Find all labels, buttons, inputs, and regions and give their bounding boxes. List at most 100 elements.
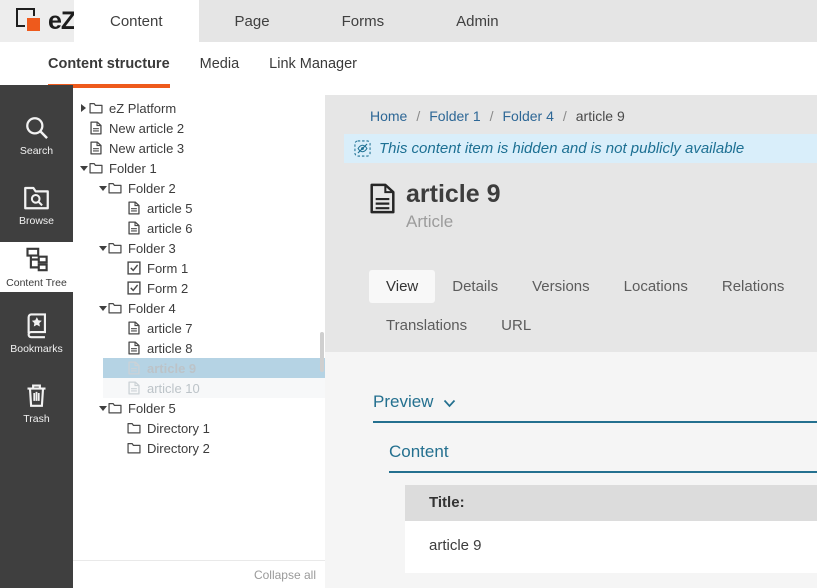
tree-item-form-2[interactable]: Form 2: [73, 278, 325, 298]
breadcrumb-separator: /: [490, 108, 494, 124]
tree-item-directory-1[interactable]: Directory 1: [73, 418, 325, 438]
hidden-notice-text: This content item is hidden and is not p…: [379, 140, 744, 157]
tree-item-folder-4[interactable]: Folder 4: [73, 298, 325, 318]
tree-item-label: Form 1: [147, 261, 188, 276]
tree-item-folder-1[interactable]: Folder 1: [73, 158, 325, 178]
left-sidebar: Search Browse Content Tree Bookmarks Trash: [0, 85, 73, 588]
title-field-card: Title: article 9: [405, 485, 817, 573]
subnav-tab-media[interactable]: Media: [200, 42, 240, 88]
breadcrumb-separator: /: [563, 108, 567, 124]
tree-item-new-article-2[interactable]: New article 2: [73, 118, 325, 138]
breadcrumb: Home/Folder 1/Folder 4/article 9: [325, 95, 817, 124]
sidebar-item-label: Browse: [19, 215, 54, 227]
breadcrumb-home[interactable]: Home: [370, 108, 407, 124]
top-tab-forms[interactable]: Forms: [306, 0, 421, 42]
tree-item-label: eZ Platform: [109, 101, 176, 116]
tab-relations[interactable]: Relations: [705, 270, 802, 303]
sidebar-item-label: Trash: [23, 413, 49, 425]
content-tree-panel: eZ Platform New article 2 New article 3 Fol…: [73, 95, 325, 588]
tree-item-label: Folder 3: [128, 241, 176, 256]
top-tab-admin[interactable]: Admin: [420, 0, 535, 42]
preview-section-header[interactable]: Preview: [373, 392, 817, 423]
sidebar-item-content-tree[interactable]: Content Tree: [0, 242, 73, 292]
content-section-label: Content: [389, 442, 449, 461]
tree-item-folder-3[interactable]: Folder 3: [73, 238, 325, 258]
content-tabs: ViewDetailsVersionsLocationsRelations Tra…: [369, 270, 809, 342]
sidebar-item-label: Search: [20, 145, 53, 157]
top-bar: eZ ® ContentPageFormsAdmin: [0, 0, 817, 42]
sidebar-item-bookmarks[interactable]: Bookmarks: [0, 304, 73, 362]
article-icon: [127, 201, 147, 215]
tree-item-label: Directory 1: [147, 421, 210, 436]
tab-locations[interactable]: Locations: [607, 270, 705, 303]
logo-text: eZ: [48, 7, 75, 36]
hidden-eye-icon: [354, 140, 371, 157]
app-window: eZ ® ContentPageFormsAdmin Content struc…: [0, 0, 817, 588]
sidebar-item-label: Bookmarks: [10, 343, 63, 355]
collapse-arrow-icon[interactable]: [98, 401, 108, 415]
tree-item-article-10[interactable]: article 10: [103, 378, 325, 398]
tree-scrollbar-thumb[interactable]: [320, 332, 324, 372]
tree-item-ez-platform[interactable]: eZ Platform: [73, 98, 325, 118]
content-subnav: Content structure Media Link Manager: [0, 42, 817, 88]
ez-logo-icon: [16, 7, 46, 35]
subnav-tab-link-manager[interactable]: Link Manager: [269, 42, 357, 88]
sidebar-item-trash[interactable]: Trash: [0, 374, 73, 432]
tab-details[interactable]: Details: [435, 270, 515, 303]
tree-item-label: article 8: [147, 341, 193, 356]
breadcrumb-separator: /: [416, 108, 420, 124]
content-tree-icon: [23, 246, 50, 273]
collapse-all-button[interactable]: Collapse all: [254, 568, 316, 582]
tree-item-folder-2[interactable]: Folder 2: [73, 178, 325, 198]
collapse-arrow-icon[interactable]: [98, 181, 108, 195]
trash-icon: [23, 382, 50, 409]
tab-view[interactable]: View: [369, 270, 435, 303]
top-tab-content[interactable]: Content: [74, 0, 199, 42]
tree-item-new-article-3[interactable]: New article 3: [73, 138, 325, 158]
tab-translations[interactable]: Translations: [369, 309, 484, 342]
tree-footer: Collapse all: [73, 560, 325, 588]
tree-item-folder-5[interactable]: Folder 5: [73, 398, 325, 418]
breadcrumb-folder-1[interactable]: Folder 1: [429, 108, 480, 124]
form-icon: [127, 261, 147, 275]
tree-item-article-7[interactable]: article 7: [73, 318, 325, 338]
content-section-header: Content: [389, 442, 817, 473]
field-value: article 9: [405, 521, 817, 573]
tree-item-label: Directory 2: [147, 441, 210, 456]
collapse-arrow-icon[interactable]: [98, 301, 108, 315]
tree-item-article-6[interactable]: article 6: [73, 218, 325, 238]
article-icon: [127, 321, 147, 335]
tree-item-label: New article 3: [109, 141, 184, 156]
content-type-label: Article: [406, 212, 501, 232]
tree-item-form-1[interactable]: Form 1: [73, 258, 325, 278]
tab-versions[interactable]: Versions: [515, 270, 607, 303]
expand-arrow-icon[interactable]: [79, 104, 89, 112]
tree-item-article-9[interactable]: article 9: [103, 358, 325, 378]
title-text-group: article 9 Article: [406, 181, 501, 232]
browse-icon: [23, 184, 50, 211]
content-title-block: article 9 Article: [370, 181, 817, 232]
collapse-arrow-icon[interactable]: [98, 241, 108, 255]
tab-url[interactable]: URL: [484, 309, 548, 342]
sidebar-item-search[interactable]: Search: [0, 106, 73, 164]
subnav-tab-content-structure[interactable]: Content structure: [48, 42, 170, 88]
tree-item-label: Form 2: [147, 281, 188, 296]
collapse-arrow-icon[interactable]: [79, 161, 89, 175]
breadcrumb-folder-4[interactable]: Folder 4: [503, 108, 554, 124]
bookmarks-icon: [23, 312, 50, 339]
tree-item-label: article 7: [147, 321, 193, 336]
article-icon: [127, 221, 147, 235]
tree-item-label: article 6: [147, 221, 193, 236]
article-icon: [89, 141, 109, 155]
article-icon: [89, 121, 109, 135]
tree-item-article-8[interactable]: article 8: [73, 338, 325, 358]
main-nav: ContentPageFormsAdmin: [74, 0, 535, 42]
folder-icon: [108, 181, 128, 195]
content-header: Home/Folder 1/Folder 4/article 9 This co…: [325, 95, 817, 352]
content-tree: eZ Platform New article 2 New article 3 Fol…: [73, 98, 325, 458]
tree-item-article-5[interactable]: article 5: [73, 198, 325, 218]
tree-item-label: article 5: [147, 201, 193, 216]
top-tab-page[interactable]: Page: [199, 0, 306, 42]
tree-item-directory-2[interactable]: Directory 2: [73, 438, 325, 458]
sidebar-item-browse[interactable]: Browse: [0, 176, 73, 234]
